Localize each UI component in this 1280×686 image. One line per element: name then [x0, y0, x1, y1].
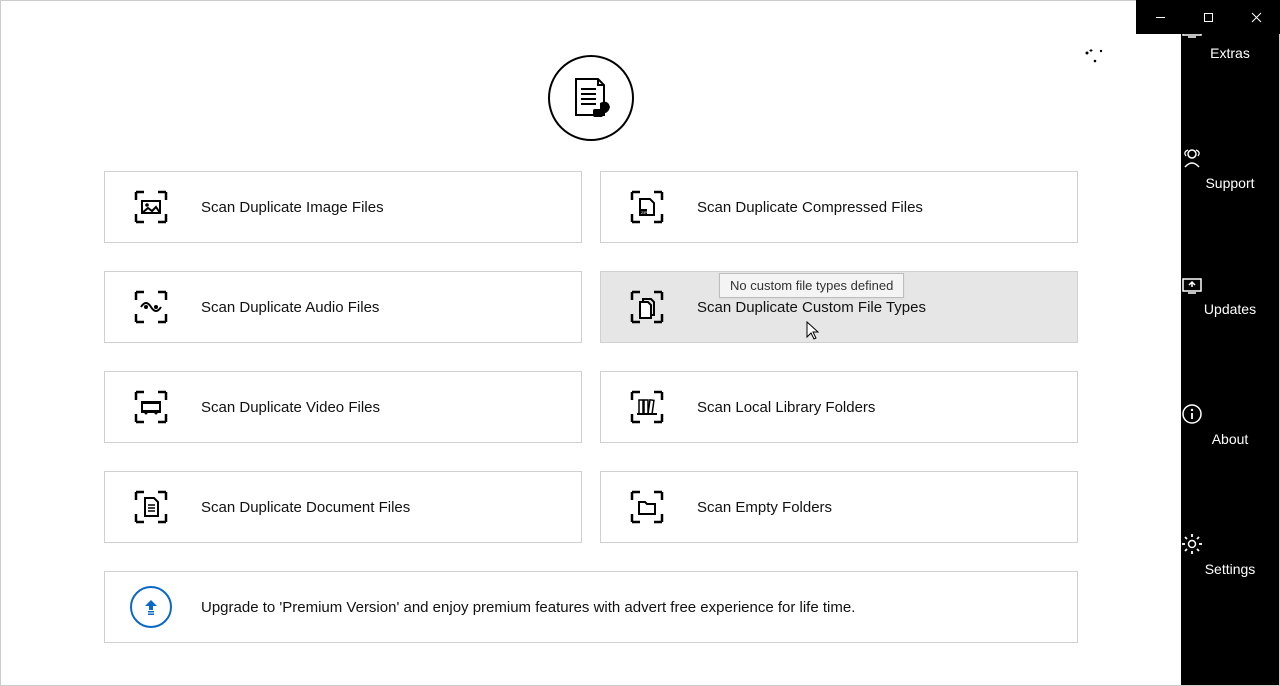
close-button[interactable]: [1232, 0, 1280, 34]
sidebar-item-about[interactable]: About: [1181, 393, 1279, 453]
video-scan-icon: [127, 389, 175, 425]
window-controls: [1136, 0, 1280, 34]
minimize-button[interactable]: [1136, 0, 1184, 34]
compressed-scan-icon: ZIP: [623, 189, 671, 225]
card-label: Scan Duplicate Image Files: [201, 199, 384, 216]
support-icon: [1181, 147, 1203, 169]
right-sidebar: Extras Support Updates: [1181, 1, 1279, 685]
sidebar-item-updates[interactable]: Updates: [1181, 267, 1279, 323]
document-brush-icon: [566, 73, 616, 123]
audio-scan-icon: [127, 289, 175, 325]
scan-audio-card[interactable]: Scan Duplicate Audio Files: [104, 271, 582, 343]
app-logo: [101, 55, 1081, 141]
sidebar-label: Updates: [1181, 301, 1279, 317]
sidebar-label: About: [1181, 431, 1279, 447]
card-label: Scan Empty Folders: [697, 499, 832, 516]
sidebar-label: Support: [1181, 175, 1279, 191]
custom-scan-icon: [623, 289, 671, 325]
scan-empty-card[interactable]: Scan Empty Folders: [600, 471, 1078, 543]
upgrade-icon: [127, 586, 175, 628]
card-label: Scan Duplicate Audio Files: [201, 299, 379, 316]
svg-text:ZIP: ZIP: [641, 210, 648, 215]
scan-compressed-card[interactable]: ZIP Scan Duplicate Compressed Files: [600, 171, 1078, 243]
maximize-button[interactable]: [1184, 0, 1232, 34]
updates-icon: [1181, 277, 1203, 295]
card-label: Scan Duplicate Video Files: [201, 399, 380, 416]
sidebar-label: Extras: [1181, 45, 1279, 61]
about-icon: [1181, 403, 1203, 425]
sidebar-item-support[interactable]: Support: [1181, 137, 1279, 197]
empty-folder-scan-icon: [623, 489, 671, 525]
card-label: Scan Duplicate Compressed Files: [697, 199, 923, 216]
upgrade-banner[interactable]: Upgrade to 'Premium Version' and enjoy p…: [104, 571, 1078, 643]
sidebar-label: Settings: [1181, 561, 1279, 577]
card-label: Scan Duplicate Document Files: [201, 499, 410, 516]
scan-library-card[interactable]: Scan Local Library Folders: [600, 371, 1078, 443]
main-content: Scan Duplicate Image Files ZIP Scan Dupl…: [1, 1, 1181, 663]
image-scan-icon: [127, 189, 175, 225]
sidebar-item-settings[interactable]: Settings: [1181, 523, 1279, 583]
card-label: Scan Local Library Folders: [697, 399, 875, 416]
library-scan-icon: [623, 389, 671, 425]
upgrade-text: Upgrade to 'Premium Version' and enjoy p…: [201, 599, 855, 616]
scan-video-card[interactable]: Scan Duplicate Video Files: [104, 371, 582, 443]
scan-image-card[interactable]: Scan Duplicate Image Files: [104, 171, 582, 243]
document-scan-icon: [127, 489, 175, 525]
card-label: Scan Duplicate Custom File Types: [697, 299, 926, 316]
scan-document-card[interactable]: Scan Duplicate Document Files: [104, 471, 582, 543]
tooltip: No custom file types defined: [719, 273, 904, 298]
settings-icon: [1181, 533, 1203, 555]
